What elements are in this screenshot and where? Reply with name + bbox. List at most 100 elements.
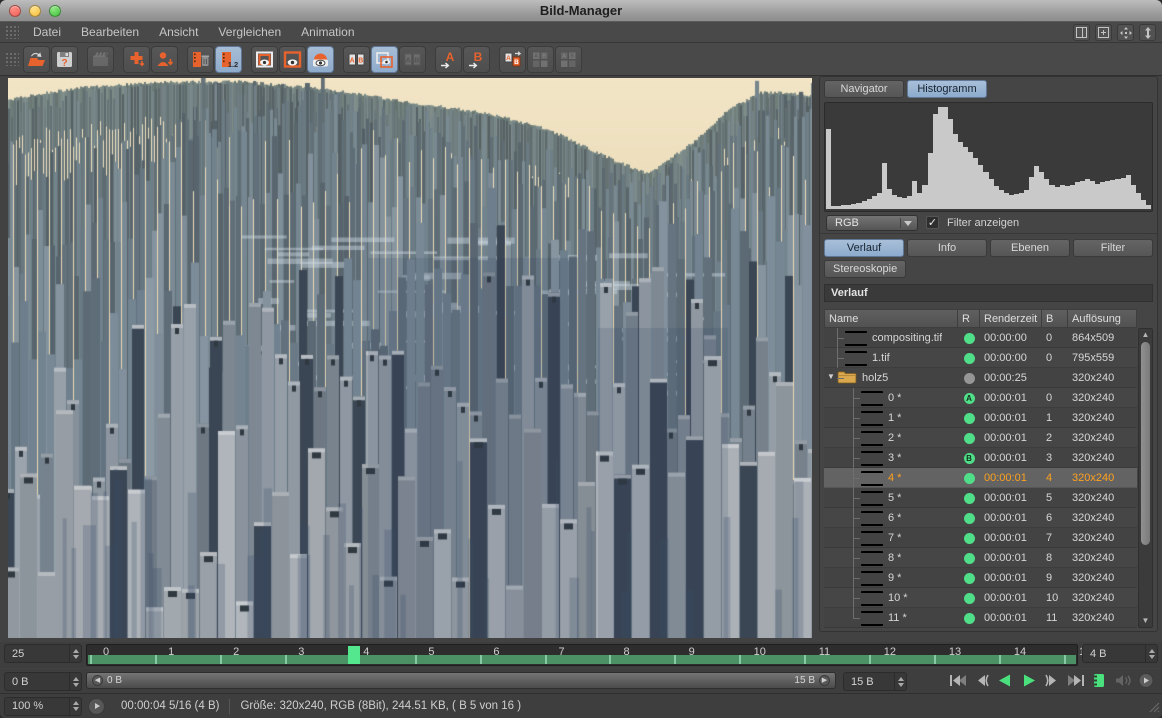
- menu-datei[interactable]: Datei: [23, 22, 71, 42]
- render-state-cell: [958, 593, 980, 604]
- tab-histogramm[interactable]: Histogramm: [907, 80, 987, 98]
- ab-side-by-side-button[interactable]: AB: [343, 46, 370, 73]
- table-row-7-[interactable]: 7 *00:00:017320x240: [824, 528, 1137, 548]
- range-end-spinner[interactable]: 15 B: [843, 672, 907, 691]
- column-header-b[interactable]: B: [1042, 309, 1068, 328]
- set-as-image-b-button[interactable]: B: [463, 46, 490, 73]
- new-panel-icon[interactable]: [1095, 24, 1112, 41]
- menu-bearbeiten[interactable]: Bearbeiten: [71, 22, 149, 42]
- dock-user-down-button[interactable]: [151, 46, 178, 73]
- table-row-8-[interactable]: 8 *00:00:018320x240: [824, 548, 1137, 568]
- zoom-spinner[interactable]: 100 %: [4, 697, 82, 716]
- range-end-handle[interactable]: 15 B ▶: [794, 675, 830, 686]
- set-as-image-a-button[interactable]: A: [435, 46, 462, 73]
- table-body: compositing.tif00:00:000864x5091.tif00:0…: [824, 328, 1137, 628]
- toolbar-grip-icon[interactable]: [5, 52, 19, 66]
- scrollbar-thumb[interactable]: [1141, 342, 1150, 545]
- table-row-6-[interactable]: 6 *00:00:016320x240: [824, 508, 1137, 528]
- tree-stub: [853, 498, 860, 499]
- image-viewport[interactable]: [8, 78, 812, 638]
- table-row-0-[interactable]: 0 *A00:00:010320x240: [824, 388, 1137, 408]
- tab-stereoskopie[interactable]: Stereoskopie: [824, 260, 906, 278]
- playback-options-round-button[interactable]: [1136, 673, 1156, 689]
- range-right-cap-icon[interactable]: ▶: [819, 675, 830, 686]
- tab-verlauf[interactable]: Verlauf: [824, 239, 904, 257]
- channel-select[interactable]: RGB: [826, 215, 918, 231]
- range-end-label: 15 B: [794, 675, 815, 686]
- previous-frame-button[interactable]: [972, 673, 992, 689]
- filter-checkbox[interactable]: ✓: [926, 216, 939, 229]
- playhead[interactable]: [348, 646, 360, 664]
- frame-ruler[interactable]: 0123456789101112131415: [86, 644, 1078, 666]
- table-row-4-[interactable]: 4 *00:00:014320x240: [824, 468, 1137, 488]
- column-header-renderzeit[interactable]: Renderzeit: [980, 309, 1042, 328]
- current-frame-spinner[interactable]: 4 B: [1082, 644, 1158, 663]
- table-row-3-[interactable]: 3 *B00:00:013320x240: [824, 448, 1137, 468]
- swap-ab-button[interactable]: AB: [499, 46, 526, 73]
- vertical-scrollbar[interactable]: ▲ ▼: [1138, 328, 1153, 628]
- next-frame-button[interactable]: [1042, 673, 1062, 689]
- preview-range-slider[interactable]: ◀ 0 B 15 B ▶: [86, 672, 836, 689]
- open-image-button[interactable]: [23, 46, 50, 73]
- goto-end-button[interactable]: [1066, 673, 1086, 689]
- column-header-name[interactable]: Name: [824, 309, 958, 328]
- column-header-r[interactable]: R: [958, 309, 980, 328]
- stepper-arrows-icon[interactable]: [1145, 645, 1157, 662]
- fps-spinner[interactable]: 25: [4, 644, 82, 663]
- table-row-5-[interactable]: 5 *00:00:015320x240: [824, 488, 1137, 508]
- range-left-cap-icon[interactable]: ◀: [92, 675, 103, 686]
- make-preview-button[interactable]: [87, 46, 114, 73]
- resize-grip-icon[interactable]: [1149, 702, 1160, 716]
- goto-start-button[interactable]: [948, 673, 968, 689]
- titlebar[interactable]: Bild-Manager: [0, 0, 1162, 22]
- rendered-image[interactable]: [8, 78, 812, 638]
- show-image-ab-button[interactable]: [307, 46, 334, 73]
- table-row-2-[interactable]: 2 *00:00:012320x240: [824, 428, 1137, 448]
- play-options-button[interactable]: [88, 698, 105, 715]
- table-row-1-tif[interactable]: 1.tif00:00:000795x559: [824, 348, 1137, 368]
- scroll-down-icon[interactable]: ▼: [1140, 615, 1151, 627]
- compare-layout-1-button[interactable]: AB: [527, 46, 554, 73]
- table-row-9-[interactable]: 9 *00:00:019320x240: [824, 568, 1137, 588]
- table-row-holz5[interactable]: ▼holz500:00:25320x240: [824, 368, 1137, 388]
- resize-panel-icon[interactable]: [1139, 24, 1156, 41]
- table-row-11-[interactable]: 11 *00:00:0111320x240: [824, 608, 1137, 628]
- ram-player-button[interactable]: [1089, 673, 1109, 689]
- dock-image-down-button[interactable]: [123, 46, 150, 73]
- table-row-compositing-tif[interactable]: compositing.tif00:00:000864x509: [824, 328, 1137, 348]
- expander-icon[interactable]: ▼: [827, 372, 835, 381]
- tab-filter[interactable]: Filter: [1073, 239, 1153, 257]
- ab-difference-button[interactable]: AB: [399, 46, 426, 73]
- stepper-arrows-icon[interactable]: [69, 645, 81, 662]
- move-panel-icon[interactable]: [1117, 24, 1134, 41]
- scroll-up-icon[interactable]: ▲: [1140, 329, 1151, 341]
- save-image-as-button[interactable]: ?: [51, 46, 78, 73]
- show-image-b-button[interactable]: [279, 46, 306, 73]
- show-image-a-button[interactable]: [251, 46, 278, 73]
- audio-toggle-button[interactable]: [1113, 673, 1133, 689]
- range-start-spinner[interactable]: 0 B: [4, 672, 82, 691]
- column-header-aufloesung[interactable]: Auflösung: [1068, 309, 1137, 328]
- menu-animation[interactable]: Animation: [291, 22, 364, 42]
- range-start-handle[interactable]: ◀ 0 B: [92, 675, 122, 686]
- tab-ebenen[interactable]: Ebenen: [990, 239, 1070, 257]
- delete-image-button[interactable]: [187, 46, 214, 73]
- render-state-cell: B: [958, 453, 980, 464]
- single-image-mode-button[interactable]: 1.2: [215, 46, 242, 73]
- table-row-10-[interactable]: 10 *00:00:0110320x240: [824, 588, 1137, 608]
- menu-vergleichen[interactable]: Vergleichen: [208, 22, 291, 42]
- table-row-1-[interactable]: 1 *00:00:011320x240: [824, 408, 1137, 428]
- status-dot-icon: [964, 533, 975, 544]
- stepper-arrows-icon[interactable]: [69, 673, 81, 690]
- stepper-arrows-icon[interactable]: [69, 698, 81, 715]
- ab-split-view-button[interactable]: [371, 46, 398, 73]
- tab-navigator[interactable]: Navigator: [824, 80, 904, 98]
- compare-layout-2-button[interactable]: AB: [555, 46, 582, 73]
- play-backward-button[interactable]: [995, 673, 1015, 689]
- play-forward-button[interactable]: [1019, 673, 1039, 689]
- stepper-arrows-icon[interactable]: [894, 673, 906, 690]
- menu-ansicht[interactable]: Ansicht: [149, 22, 208, 42]
- split-panel-icon[interactable]: [1073, 24, 1090, 41]
- menu-grip-icon[interactable]: [5, 25, 19, 39]
- tab-info[interactable]: Info: [907, 239, 987, 257]
